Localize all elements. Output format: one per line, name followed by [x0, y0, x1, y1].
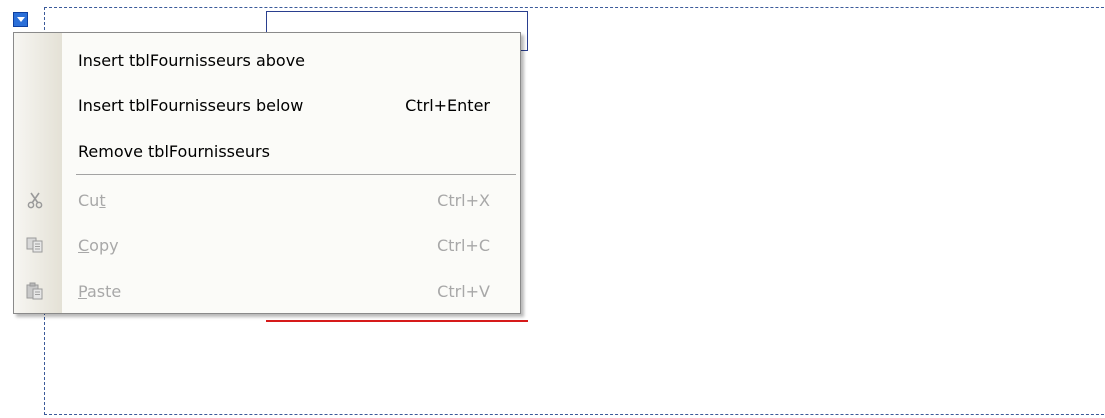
context-menu-button[interactable] — [13, 12, 28, 27]
menu-item-cut[interactable]: Cut Ctrl+X — [14, 177, 520, 224]
menu-separator — [76, 174, 516, 175]
menu-item-label: Copy — [78, 236, 119, 255]
menu-item-shortcut: Ctrl+Enter — [405, 96, 490, 115]
paste-icon — [26, 282, 44, 300]
menu-item-shortcut: Ctrl+C — [436, 236, 490, 255]
context-menu: Insert tblFournisseurs above Insert tblF… — [13, 32, 521, 314]
copy-icon — [26, 236, 44, 254]
menu-item-label: Cut — [78, 191, 106, 210]
menu-item-remove[interactable]: Remove tblFournisseurs — [14, 128, 520, 175]
menu-item-label: Insert tblFournisseurs above — [78, 51, 306, 70]
menu-item-label: Insert tblFournisseurs below — [78, 96, 304, 115]
menu-item-insert-above[interactable]: Insert tblFournisseurs above — [14, 37, 520, 84]
dropdown-arrow-icon — [17, 17, 25, 22]
scissors-icon — [26, 191, 44, 209]
menu-item-label: Remove tblFournisseurs — [78, 142, 270, 161]
menu-item-paste[interactable]: Paste Ctrl+V — [14, 268, 520, 315]
menu-item-shortcut: Ctrl+X — [437, 191, 490, 210]
background-underline — [266, 320, 528, 322]
menu-item-shortcut: Ctrl+V — [437, 282, 490, 301]
menu-item-copy[interactable]: Copy Ctrl+C — [14, 222, 520, 269]
menu-item-insert-below[interactable]: Insert tblFournisseurs below Ctrl+Enter — [14, 82, 520, 129]
menu-item-label: Paste — [78, 282, 122, 301]
